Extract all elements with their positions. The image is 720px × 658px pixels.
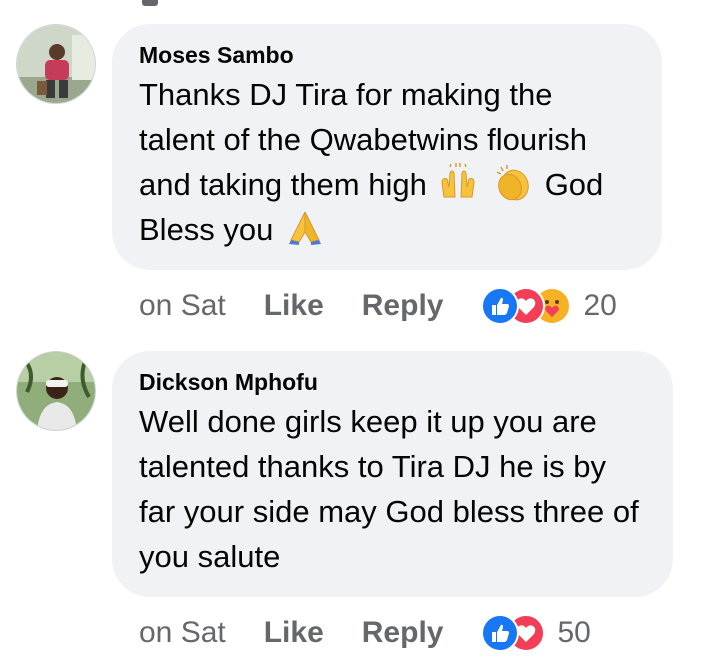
avatar[interactable] (16, 24, 96, 104)
comment-actions: on Sat Like Reply 20 (139, 284, 617, 328)
raising-hands-emoji-icon (441, 163, 475, 198)
comment-author[interactable]: Moses Sambo (139, 40, 636, 70)
comment-author[interactable]: Dickson Mphofu (139, 367, 647, 397)
comment-text-part: God (544, 167, 604, 202)
reply-button[interactable]: Reply (362, 289, 444, 323)
comment-text: Well done girls keep it up you are talen… (139, 404, 639, 574)
reaction-count: 50 (557, 616, 591, 649)
reaction-count: 20 (583, 289, 617, 322)
comment-text-part: Bless you (139, 212, 274, 247)
comment-bubble: Moses Sambo Thanks DJ Tira for making th… (112, 24, 662, 270)
avatar-photo-icon (17, 352, 95, 430)
like-reaction-icon (481, 614, 520, 652)
comment-actions: on Sat Like Reply 50 (139, 611, 591, 655)
comment-timestamp[interactable]: on Sat (139, 616, 226, 650)
comment-text: Thanks DJ Tira for making the talent of … (139, 72, 636, 252)
comment-bubble: Dickson Mphofu Well done girls keep it u… (112, 351, 673, 597)
reaction-summary[interactable]: 20 (481, 287, 617, 325)
like-reaction-icon (481, 287, 520, 325)
like-button[interactable]: Like (264, 289, 324, 323)
reaction-summary[interactable]: 50 (481, 614, 591, 652)
avatar[interactable] (16, 351, 96, 431)
like-button[interactable]: Like (264, 616, 324, 650)
reply-button[interactable]: Reply (362, 616, 444, 650)
avatar-photo-icon (17, 25, 95, 103)
previous-comment-fragment (142, 0, 158, 6)
comment-timestamp[interactable]: on Sat (139, 289, 226, 323)
folded-hands-emoji-icon (289, 211, 322, 245)
clapping-hands-emoji-icon (496, 165, 529, 201)
